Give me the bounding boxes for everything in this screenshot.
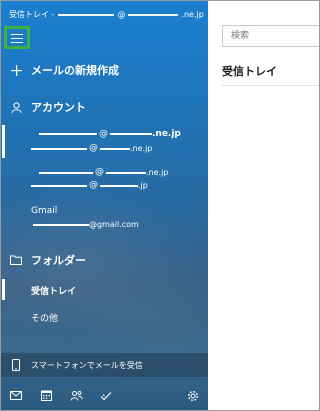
account-domain: .jp [138,181,148,190]
divider [222,85,319,86]
person-icon [1,101,31,113]
search-input[interactable] [222,25,319,47]
gmail-address-suffix: @gmail.com [89,220,139,229]
window-title: 受信トレイ - @ .ne.jp [9,8,204,22]
plus-icon [1,64,31,76]
title-at: @ [117,10,126,19]
redacted-text [100,147,130,150]
current-folder-title: 受信トレイ [222,65,277,78]
account-item[interactable]: @ .jp [31,181,148,190]
message-list-pane: 受信トレイ [208,1,319,410]
gmail-account-item[interactable]: @gmail.com [33,220,139,229]
title-prefix: 受信トレイ - [9,10,55,19]
account-domain: .ne.jp [146,168,169,177]
phone-label: スマートフォンでメールを受信 [31,360,143,370]
phone-icon [1,359,31,371]
account-domain: .ne.jp [130,144,153,153]
accounts-button[interactable]: アカウント [1,98,208,116]
get-mail-on-phone-button[interactable]: スマートフォンでメールを受信 [1,353,208,377]
selected-folder-indicator [2,279,5,300]
bottom-app-bar [1,381,208,410]
folder-item-inbox[interactable]: 受信トレイ [31,284,76,297]
redacted-text [39,171,93,174]
mail-icon[interactable] [1,381,31,410]
settings-icon[interactable] [178,381,208,410]
redacted-text [106,171,146,174]
account-domain: .ne.jp [152,129,181,139]
people-icon[interactable] [61,381,91,410]
redacted-text [110,133,152,135]
navigation-pane: 受信トレイ - @ .ne.jp メールの新規作成 アカウント @ .ne.jp [1,1,208,410]
redacted-text [128,14,179,16]
folder-item-other[interactable]: その他 [31,311,58,324]
account-item[interactable]: @ .ne.jp [39,168,168,177]
redacted-text [100,184,138,187]
account-at: @ [89,143,98,153]
folders-label: フォルダー [31,254,86,267]
folder-icon [1,255,31,265]
title-domain: .ne.jp [181,10,204,19]
selected-account-indicator [2,125,5,158]
redacted-text [31,147,87,150]
account-at: @ [99,128,108,139]
account-at: @ [95,167,104,177]
redacted-text [58,14,115,16]
folders-button[interactable]: フォルダー [1,251,208,269]
new-mail-button[interactable]: メールの新規作成 [1,61,208,79]
account-item[interactable]: @ .ne.jp [31,144,152,153]
redacted-text [33,223,89,226]
gmail-account-name[interactable]: Gmail [31,206,57,216]
account-item[interactable]: @ .ne.jp [39,129,181,139]
hamburger-menu-button[interactable] [4,26,30,49]
account-at: @ [89,180,98,190]
redacted-text [39,133,97,135]
todo-icon[interactable] [91,381,121,410]
new-mail-label: メールの新規作成 [31,64,119,77]
accounts-label: アカウント [31,101,86,114]
redacted-text [31,184,87,187]
calendar-icon[interactable] [31,381,61,410]
hamburger-icon [11,33,23,43]
